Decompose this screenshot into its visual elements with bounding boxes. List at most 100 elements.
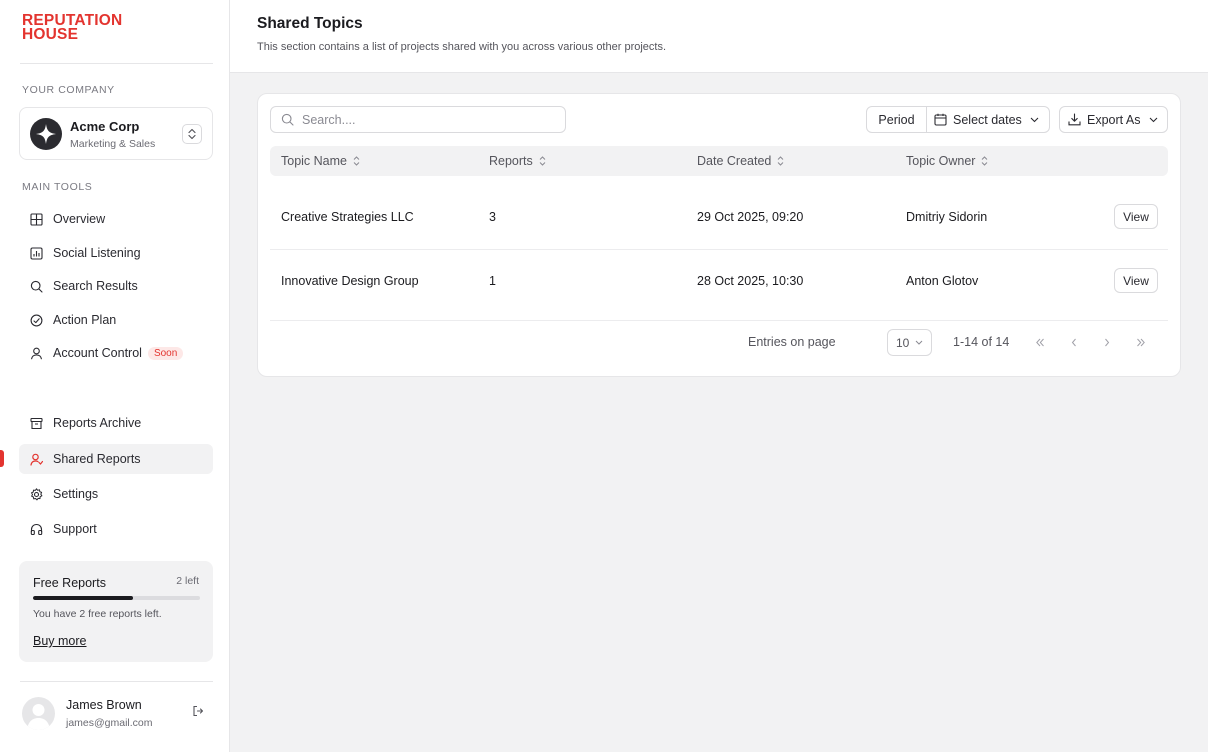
chevron-up-down-icon — [188, 128, 196, 140]
sidebar-item-reports-archive[interactable]: Reports Archive — [19, 408, 213, 438]
sidebar-item-label: Support — [53, 522, 97, 536]
sidebar-item-label: Social Listening — [53, 246, 141, 260]
buy-more-link[interactable]: Buy more — [33, 634, 87, 648]
search-box[interactable] — [270, 106, 566, 133]
free-reports-progress — [33, 596, 200, 600]
avatar[interactable] — [22, 697, 55, 730]
search-icon — [29, 279, 43, 293]
grid-icon — [29, 212, 43, 226]
sidebar-item-social-listening[interactable]: Social Listening — [19, 238, 213, 268]
check-circle-icon — [29, 313, 43, 327]
sidebar-item-overview[interactable]: Overview — [19, 204, 213, 234]
sidebar-item-action-plan[interactable]: Action Plan — [19, 305, 213, 335]
sort-icon — [539, 156, 546, 166]
sidebar-item-label: Action Plan — [53, 313, 117, 327]
period-filter: Period Select dates — [866, 106, 1050, 133]
next-page-button[interactable] — [1099, 334, 1115, 350]
company-avatar — [30, 118, 62, 150]
logout-icon — [193, 705, 204, 717]
free-reports-title: Free Reports — [33, 576, 106, 590]
search-input[interactable] — [302, 112, 552, 127]
chevron-right-icon — [1105, 338, 1110, 346]
active-indicator — [0, 450, 4, 467]
sidebar-item-support[interactable]: Support — [19, 514, 213, 544]
entries-on-page-label: Entries on page — [748, 335, 836, 349]
logout-button[interactable] — [192, 705, 206, 719]
sidebar-item-shared-reports[interactable]: Shared Reports — [19, 444, 213, 474]
page-header: Shared Topics This section contains a li… — [230, 0, 1208, 73]
company-switch-button[interactable] — [182, 124, 202, 144]
topic-owner-cell: Anton Glotov — [906, 274, 979, 288]
topic-owner-cell: Dmitriy Sidorin — [906, 210, 988, 224]
company-switcher[interactable]: Acme Corp Marketing & Sales — [19, 107, 213, 160]
free-reports-description: You have 2 free reports left. — [33, 608, 162, 620]
calendar-icon — [934, 113, 947, 126]
column-header-date-created[interactable]: Date Created — [697, 146, 784, 176]
table-row[interactable]: Innovative Design Group 1 28 Oct 2025, 1… — [270, 249, 1168, 313]
page-size-value: 10 — [896, 335, 910, 350]
company-subtitle: Marketing & Sales — [70, 138, 156, 150]
column-header-reports[interactable]: Reports — [489, 146, 546, 176]
free-reports-progress-fill — [33, 596, 134, 600]
sort-icon — [982, 156, 988, 166]
sidebar-item-settings[interactable]: Settings — [19, 479, 213, 509]
chevron-down-icon — [1030, 117, 1039, 122]
main-tools-label: MAIN TOOLS — [22, 181, 93, 193]
brand-logo[interactable]: REPUTATION HOUSE — [22, 13, 122, 43]
sidebar-item-label: Search Results — [53, 279, 138, 293]
user-email: james@gmail.com — [66, 717, 153, 729]
chevron-down-icon — [916, 340, 923, 345]
gear-icon — [29, 487, 43, 501]
user-share-icon — [29, 452, 43, 466]
column-header-topic-name[interactable]: Topic Name — [281, 146, 360, 176]
divider — [20, 63, 213, 64]
bar-chart-icon — [29, 246, 43, 260]
last-page-button[interactable] — [1133, 334, 1149, 350]
download-icon — [1068, 113, 1081, 126]
table-row[interactable]: Creative Strategies LLC 3 29 Oct 2025, 0… — [270, 185, 1168, 249]
view-button[interactable]: View — [1114, 204, 1158, 229]
page-size-select[interactable]: 10 — [887, 329, 932, 356]
period-label: Period — [867, 107, 927, 132]
export-as-button[interactable]: Export As — [1059, 106, 1168, 133]
column-header-topic-owner[interactable]: Topic Owner — [906, 146, 988, 176]
topic-name-cell: Innovative Design Group — [281, 274, 419, 288]
sidebar-item-account-control[interactable]: Account Control Soon — [19, 338, 213, 368]
soon-badge: Soon — [147, 346, 184, 360]
sparkle-logo-icon — [36, 124, 56, 144]
sidebar: REPUTATION HOUSE YOUR COMPANY Acme Corp … — [0, 0, 230, 752]
reports-cell: 3 — [489, 210, 496, 224]
previous-page-button[interactable] — [1066, 334, 1082, 350]
free-reports-remaining: 2 left — [176, 575, 199, 587]
export-as-label: Export As — [1087, 112, 1141, 127]
select-dates-label: Select dates — [953, 112, 1022, 127]
topic-name-cell: Creative Strategies LLC — [281, 210, 414, 224]
sidebar-item-label: Overview — [53, 212, 106, 226]
reports-cell: 1 — [489, 274, 496, 288]
headphones-icon — [29, 522, 43, 536]
first-page-button[interactable] — [1032, 334, 1048, 350]
page-range: 1-14 of 14 — [953, 335, 1010, 349]
page-title: Shared Topics — [257, 15, 363, 32]
free-reports-card: Free Reports 2 left You have 2 free repo… — [19, 561, 213, 662]
row-divider — [270, 320, 1168, 321]
shared-topics-card: Period Select dates Export As Topic Name… — [257, 93, 1181, 377]
sidebar-item-label: Settings — [53, 487, 99, 501]
sort-icon — [353, 156, 360, 166]
chevron-left-icon — [1071, 338, 1076, 346]
chevrons-right-icon — [1137, 338, 1145, 346]
archive-icon — [29, 416, 43, 430]
page-subtitle: This section contains a list of projects… — [257, 41, 667, 53]
sidebar-item-search-results[interactable]: Search Results — [19, 271, 213, 301]
sidebar-item-label: Account Control — [53, 346, 142, 360]
date-created-cell: 28 Oct 2025, 10:30 — [697, 274, 804, 288]
sort-icon — [778, 156, 784, 166]
select-dates-button[interactable]: Select dates — [927, 107, 1049, 132]
company-section-label: YOUR COMPANY — [22, 84, 115, 96]
sidebar-item-label: Reports Archive — [53, 416, 142, 430]
search-icon — [281, 113, 294, 126]
company-name: Acme Corp — [70, 119, 140, 134]
chevrons-left-icon — [1036, 338, 1044, 346]
view-button[interactable]: View — [1114, 268, 1158, 293]
table-header: Topic Name Reports Date Created Topic Ow… — [270, 146, 1168, 176]
